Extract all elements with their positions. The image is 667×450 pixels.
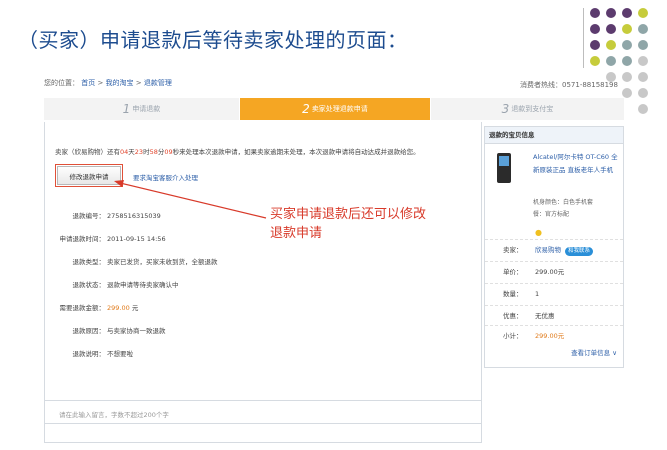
annotation-text: 买家申请退款后还可以修改 退款申请 — [270, 207, 427, 241]
product-image[interactable] — [497, 153, 511, 183]
view-order-link[interactable]: 查看订单信息 ∨ — [571, 347, 617, 357]
side-header: 退款的宝贝信息 — [485, 127, 623, 144]
side-row-qty: 数量： 1 — [485, 283, 623, 304]
bulb-icon: ● — [535, 228, 542, 237]
product-meta: 机身颜色：白色手机套 餐：官方标配 — [533, 199, 594, 218]
message-input[interactable]: 请在此输入留言，字数不超过200个字 — [44, 400, 482, 424]
message-placeholder: 请在此输入留言，字数不超过200个字 — [59, 411, 169, 419]
side-row-seller: 卖家： 欣易购物 和我联系 — [485, 239, 623, 260]
side-row-price: 单价： 299.00元 — [485, 261, 623, 282]
seller-link[interactable]: 欣易购物 — [535, 246, 561, 254]
product-name-link[interactable]: Alcatel/阿尔卡特 OT-C60 全新原装正品 直板老年人手机 — [533, 151, 619, 177]
refund-item-info: 退款的宝贝信息 Alcatel/阿尔卡特 OT-C60 全新原装正品 直板老年人… — [484, 126, 624, 368]
contact-seller-button[interactable]: 和我联系 — [565, 247, 594, 256]
side-row-subtotal: 小计： 299.00元 — [485, 325, 623, 346]
side-row-discount: 优惠： 无优惠 — [485, 305, 623, 326]
